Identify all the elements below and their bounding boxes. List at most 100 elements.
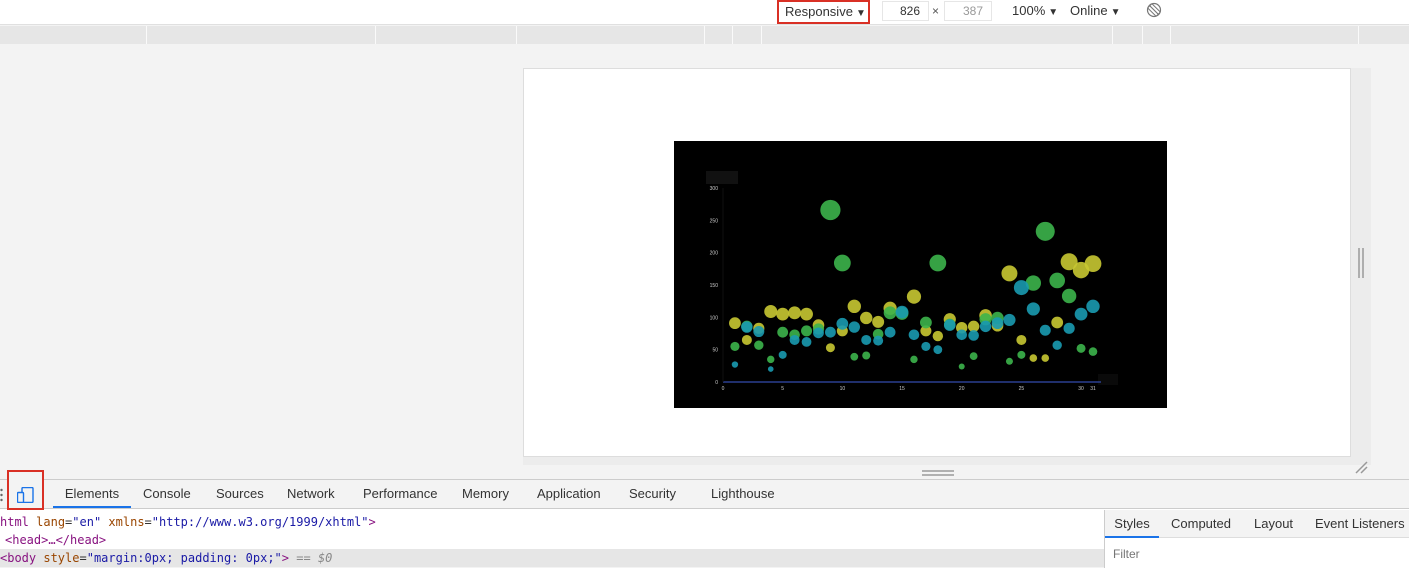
ruler-tick[interactable]	[516, 26, 517, 44]
scatter-point[interactable]	[813, 327, 824, 339]
scatter-point[interactable]	[1026, 302, 1040, 316]
scatter-point[interactable]	[1013, 280, 1029, 296]
scatter-point[interactable]	[730, 341, 740, 352]
device-select[interactable]: Responsive ▼	[777, 0, 870, 24]
scatter-point[interactable]	[884, 326, 896, 338]
scatter-point[interactable]	[1035, 221, 1055, 241]
ruler-tick[interactable]	[1358, 26, 1359, 44]
tab-layout[interactable]: Layout	[1254, 510, 1293, 538]
scatter-point[interactable]	[1029, 354, 1038, 362]
drag-handle-icon[interactable]	[0, 486, 3, 502]
bottom-resize-handle[interactable]	[922, 464, 954, 476]
scatter-point[interactable]	[767, 366, 774, 372]
scatter-point[interactable]	[767, 355, 775, 364]
scatter-point[interactable]	[1039, 324, 1051, 336]
tab-performance[interactable]: Performance	[363, 480, 437, 508]
scatter-point[interactable]	[921, 341, 931, 352]
scatter-point[interactable]	[754, 340, 764, 350]
scatter-point[interactable]	[801, 337, 812, 347]
scatter-point[interactable]	[861, 334, 872, 345]
scatter-point[interactable]	[764, 305, 778, 319]
tab-memory[interactable]: Memory	[462, 480, 509, 508]
scatter-point[interactable]	[741, 321, 753, 333]
tab-security[interactable]: Security	[629, 480, 676, 508]
corner-resize-handle[interactable]	[1354, 460, 1368, 474]
scatter-point[interactable]	[1084, 255, 1102, 273]
ruler-tick[interactable]	[1142, 26, 1143, 44]
scatter-point[interactable]	[729, 317, 741, 330]
right-resize-handle[interactable]	[1358, 248, 1364, 278]
scatter-point[interactable]	[932, 330, 944, 342]
zoom-select[interactable]: 100% ▼	[1012, 0, 1058, 25]
scatter-point[interactable]	[1086, 299, 1100, 314]
scatter-point[interactable]	[1016, 334, 1027, 345]
scatter-point[interactable]	[753, 326, 765, 338]
width-input[interactable]: 826	[882, 1, 929, 21]
scatter-point[interactable]	[833, 254, 851, 272]
scatter-point[interactable]	[1005, 357, 1013, 365]
scatter-point[interactable]	[836, 317, 849, 330]
scatter-point[interactable]	[1074, 307, 1088, 321]
scatter-point[interactable]	[895, 305, 909, 319]
scatter-point[interactable]	[933, 345, 943, 355]
scatter-point[interactable]	[1049, 272, 1065, 289]
scatter-point[interactable]	[825, 343, 835, 353]
scatter-point[interactable]	[969, 352, 978, 361]
scatter-point[interactable]	[872, 315, 885, 328]
scatter-point[interactable]	[1063, 322, 1075, 334]
scatter-point[interactable]	[968, 330, 979, 341]
tab-application[interactable]: Application	[537, 480, 601, 508]
tab-lighthouse[interactable]: Lighthouse	[711, 480, 775, 508]
scatter-point[interactable]	[1003, 313, 1016, 327]
scatter-point[interactable]	[956, 329, 968, 341]
tab-network[interactable]: Network	[287, 480, 335, 508]
scatter-point[interactable]	[847, 299, 861, 314]
tab-console[interactable]: Console	[143, 480, 191, 508]
toggle-device-toolbar-button[interactable]	[7, 470, 44, 510]
scatter-point[interactable]	[1088, 347, 1098, 356]
scatter-point[interactable]	[908, 329, 920, 341]
scatter-point[interactable]	[958, 363, 965, 370]
ruler-tick[interactable]	[1112, 26, 1113, 44]
scatter-point[interactable]	[825, 326, 836, 338]
scatter-point[interactable]	[741, 334, 752, 345]
tab-sources[interactable]: Sources	[216, 480, 264, 508]
dom-node-head[interactable]: <head>…</head>	[5, 531, 106, 549]
styles-filter-input[interactable]	[1105, 539, 1409, 568]
scatter-point[interactable]	[1076, 343, 1086, 353]
tab-event-listeners[interactable]: Event Listeners	[1315, 510, 1405, 538]
throttle-select[interactable]: Online ▼	[1070, 0, 1120, 25]
dom-node-body[interactable]: <body style="margin:0px; padding: 0px;">…	[0, 549, 1104, 567]
scatter-point[interactable]	[801, 325, 813, 337]
ruler-tick[interactable]	[704, 26, 705, 44]
scatter-point[interactable]	[873, 335, 884, 346]
scatter-point[interactable]	[800, 307, 813, 321]
tab-computed[interactable]: Computed	[1171, 510, 1231, 538]
scatter-point[interactable]	[820, 199, 841, 221]
scatter-point[interactable]	[777, 326, 789, 338]
scatter-point[interactable]	[788, 306, 802, 320]
scatter-point[interactable]	[776, 307, 790, 321]
ruler-tick[interactable]	[146, 26, 147, 44]
scatter-point[interactable]	[850, 352, 859, 361]
scatter-point[interactable]	[943, 319, 956, 331]
scatter-point[interactable]	[848, 321, 860, 333]
scatter-point[interactable]	[906, 289, 922, 304]
ruler-tick[interactable]	[761, 26, 762, 44]
tab-styles[interactable]: Styles	[1105, 510, 1159, 538]
scatter-point[interactable]	[1051, 316, 1064, 329]
scatter-point[interactable]	[1052, 340, 1062, 350]
scatter-point[interactable]	[991, 317, 1004, 330]
ruler-tick[interactable]	[375, 26, 376, 44]
scatter-point[interactable]	[1061, 288, 1077, 304]
rotate-icon[interactable]	[1146, 2, 1162, 18]
scatter-point[interactable]	[862, 351, 871, 360]
ruler-tick[interactable]	[1170, 26, 1171, 44]
dom-node-html[interactable]: html lang="en" xmlns="http://www.w3.org/…	[0, 513, 376, 531]
scatter-point[interactable]	[910, 355, 918, 364]
scatter-point[interactable]	[979, 320, 992, 333]
scatter-point[interactable]	[883, 306, 897, 320]
scatter-point[interactable]	[929, 254, 947, 272]
scatter-point[interactable]	[1041, 354, 1050, 362]
scatter-point[interactable]	[1001, 265, 1018, 282]
